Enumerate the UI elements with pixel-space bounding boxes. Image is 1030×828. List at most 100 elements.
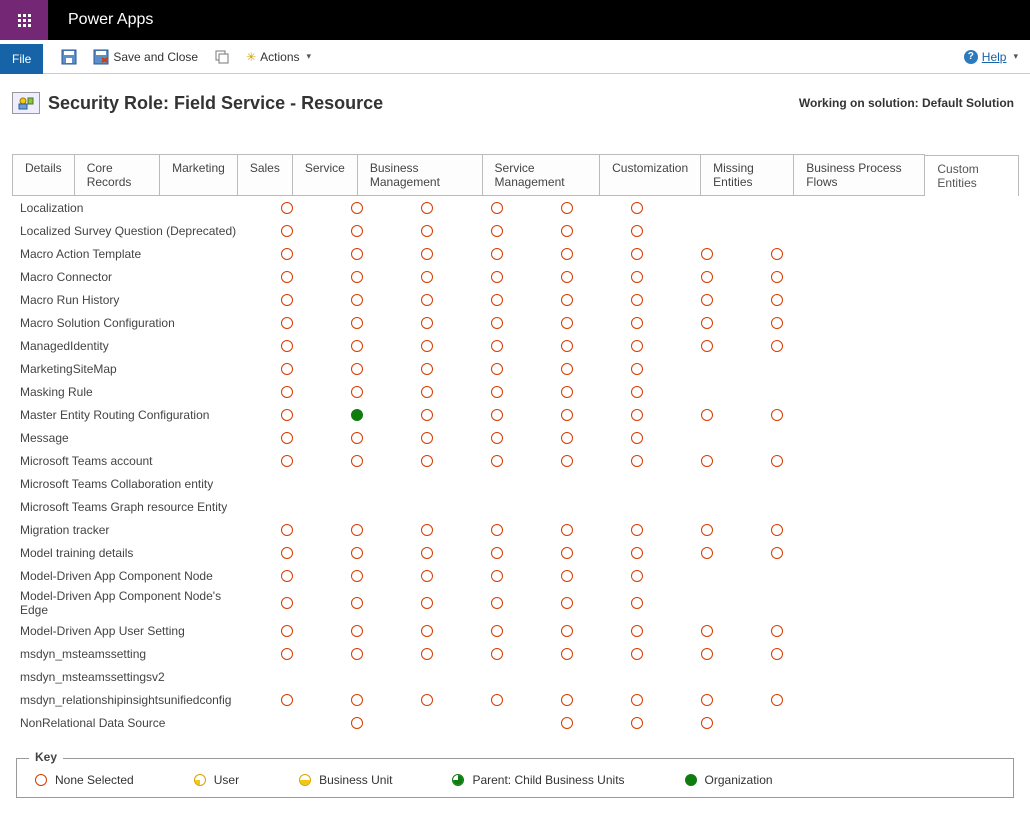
- permission-cell[interactable]: [392, 625, 462, 637]
- permission-cell[interactable]: [602, 717, 672, 729]
- permission-cell[interactable]: [392, 570, 462, 582]
- tab-business-process-flows[interactable]: Business Process Flows: [793, 154, 925, 195]
- tab-missing-entities[interactable]: Missing Entities: [700, 154, 794, 195]
- row-label[interactable]: Model-Driven App User Setting: [12, 624, 252, 638]
- row-label[interactable]: Model-Driven App Component Node's Edge: [12, 589, 252, 617]
- permission-cell[interactable]: [532, 432, 602, 444]
- permission-cell[interactable]: [322, 340, 392, 352]
- permission-cell[interactable]: [252, 432, 322, 444]
- permission-cell[interactable]: [252, 694, 322, 706]
- permission-cell[interactable]: [252, 363, 322, 375]
- permission-cell[interactable]: [392, 547, 462, 559]
- tab-marketing[interactable]: Marketing: [159, 154, 238, 195]
- permission-cell[interactable]: [532, 455, 602, 467]
- permission-cell[interactable]: [392, 363, 462, 375]
- save-button[interactable]: [53, 40, 85, 73]
- row-label[interactable]: Macro Solution Configuration: [12, 316, 252, 330]
- permission-cell[interactable]: [462, 386, 532, 398]
- permission-cell[interactable]: [392, 524, 462, 536]
- tab-custom-entities[interactable]: Custom Entities: [924, 155, 1019, 196]
- permission-cell[interactable]: [602, 294, 672, 306]
- permission-cell[interactable]: [392, 271, 462, 283]
- permission-cell[interactable]: [672, 340, 742, 352]
- permission-cell[interactable]: [392, 340, 462, 352]
- permission-cell[interactable]: [532, 524, 602, 536]
- row-label[interactable]: ManagedIdentity: [12, 339, 252, 353]
- permission-cell[interactable]: [602, 363, 672, 375]
- permission-cell[interactable]: [602, 271, 672, 283]
- permission-cell[interactable]: [252, 386, 322, 398]
- help-menu-button[interactable]: ? Help: [964, 50, 1030, 64]
- permission-cell[interactable]: [392, 455, 462, 467]
- toolbar-separator-icon-button[interactable]: [206, 40, 238, 73]
- permission-cell[interactable]: [252, 225, 322, 237]
- permission-cell[interactable]: [462, 294, 532, 306]
- permission-cell[interactable]: [392, 409, 462, 421]
- permission-cell[interactable]: [462, 317, 532, 329]
- permission-cell[interactable]: [462, 648, 532, 660]
- permission-cell[interactable]: [602, 432, 672, 444]
- tab-details[interactable]: Details: [12, 154, 75, 195]
- permission-cell[interactable]: [462, 363, 532, 375]
- permission-cell[interactable]: [532, 294, 602, 306]
- row-label[interactable]: Model-Driven App Component Node: [12, 569, 252, 583]
- row-label[interactable]: Macro Connector: [12, 270, 252, 284]
- permission-cell[interactable]: [252, 455, 322, 467]
- permission-cell[interactable]: [602, 694, 672, 706]
- permission-cell[interactable]: [322, 409, 392, 421]
- permission-cell[interactable]: [532, 248, 602, 260]
- row-label[interactable]: msdyn_msteamssettingsv2: [12, 670, 252, 684]
- row-label[interactable]: Microsoft Teams account: [12, 454, 252, 468]
- permission-cell[interactable]: [672, 317, 742, 329]
- permission-cell[interactable]: [462, 225, 532, 237]
- permission-cell[interactable]: [672, 717, 742, 729]
- permission-cell[interactable]: [462, 524, 532, 536]
- permission-cell[interactable]: [602, 597, 672, 609]
- tab-core-records[interactable]: Core Records: [74, 154, 160, 195]
- permission-cell[interactable]: [602, 248, 672, 260]
- permission-cell[interactable]: [392, 648, 462, 660]
- permission-cell[interactable]: [672, 524, 742, 536]
- permission-cell[interactable]: [392, 432, 462, 444]
- actions-menu-button[interactable]: Actions: [238, 40, 319, 73]
- permission-cell[interactable]: [602, 547, 672, 559]
- permission-cell[interactable]: [322, 225, 392, 237]
- permission-cell[interactable]: [322, 524, 392, 536]
- row-label[interactable]: Message: [12, 431, 252, 445]
- permission-cell[interactable]: [462, 432, 532, 444]
- permission-cell[interactable]: [462, 455, 532, 467]
- row-label[interactable]: Macro Action Template: [12, 247, 252, 261]
- permission-cell[interactable]: [392, 597, 462, 609]
- row-label[interactable]: Microsoft Teams Collaboration entity: [12, 477, 252, 491]
- permission-cell[interactable]: [462, 271, 532, 283]
- permission-cell[interactable]: [532, 363, 602, 375]
- permission-cell[interactable]: [532, 597, 602, 609]
- permission-cell[interactable]: [392, 294, 462, 306]
- permission-cell[interactable]: [742, 409, 812, 421]
- permission-cell[interactable]: [392, 317, 462, 329]
- permission-cell[interactable]: [252, 625, 322, 637]
- permission-cell[interactable]: [532, 225, 602, 237]
- permission-cell[interactable]: [602, 524, 672, 536]
- permission-cell[interactable]: [322, 717, 392, 729]
- permission-cell[interactable]: [742, 694, 812, 706]
- permission-cell[interactable]: [602, 225, 672, 237]
- permission-cell[interactable]: [672, 547, 742, 559]
- permission-cell[interactable]: [672, 455, 742, 467]
- permission-cell[interactable]: [322, 597, 392, 609]
- permission-cell[interactable]: [252, 340, 322, 352]
- permission-cell[interactable]: [322, 547, 392, 559]
- permission-cell[interactable]: [392, 225, 462, 237]
- permission-cell[interactable]: [672, 694, 742, 706]
- permission-cell[interactable]: [742, 294, 812, 306]
- permission-cell[interactable]: [742, 271, 812, 283]
- permission-cell[interactable]: [252, 294, 322, 306]
- permission-cell[interactable]: [322, 294, 392, 306]
- permission-cell[interactable]: [322, 625, 392, 637]
- permission-cell[interactable]: [322, 432, 392, 444]
- permissions-grid[interactable]: LocalizationLocalized Survey Question (D…: [12, 196, 1018, 736]
- row-label[interactable]: Model training details: [12, 546, 252, 560]
- permission-cell[interactable]: [322, 694, 392, 706]
- permission-cell[interactable]: [462, 570, 532, 582]
- permission-cell[interactable]: [252, 317, 322, 329]
